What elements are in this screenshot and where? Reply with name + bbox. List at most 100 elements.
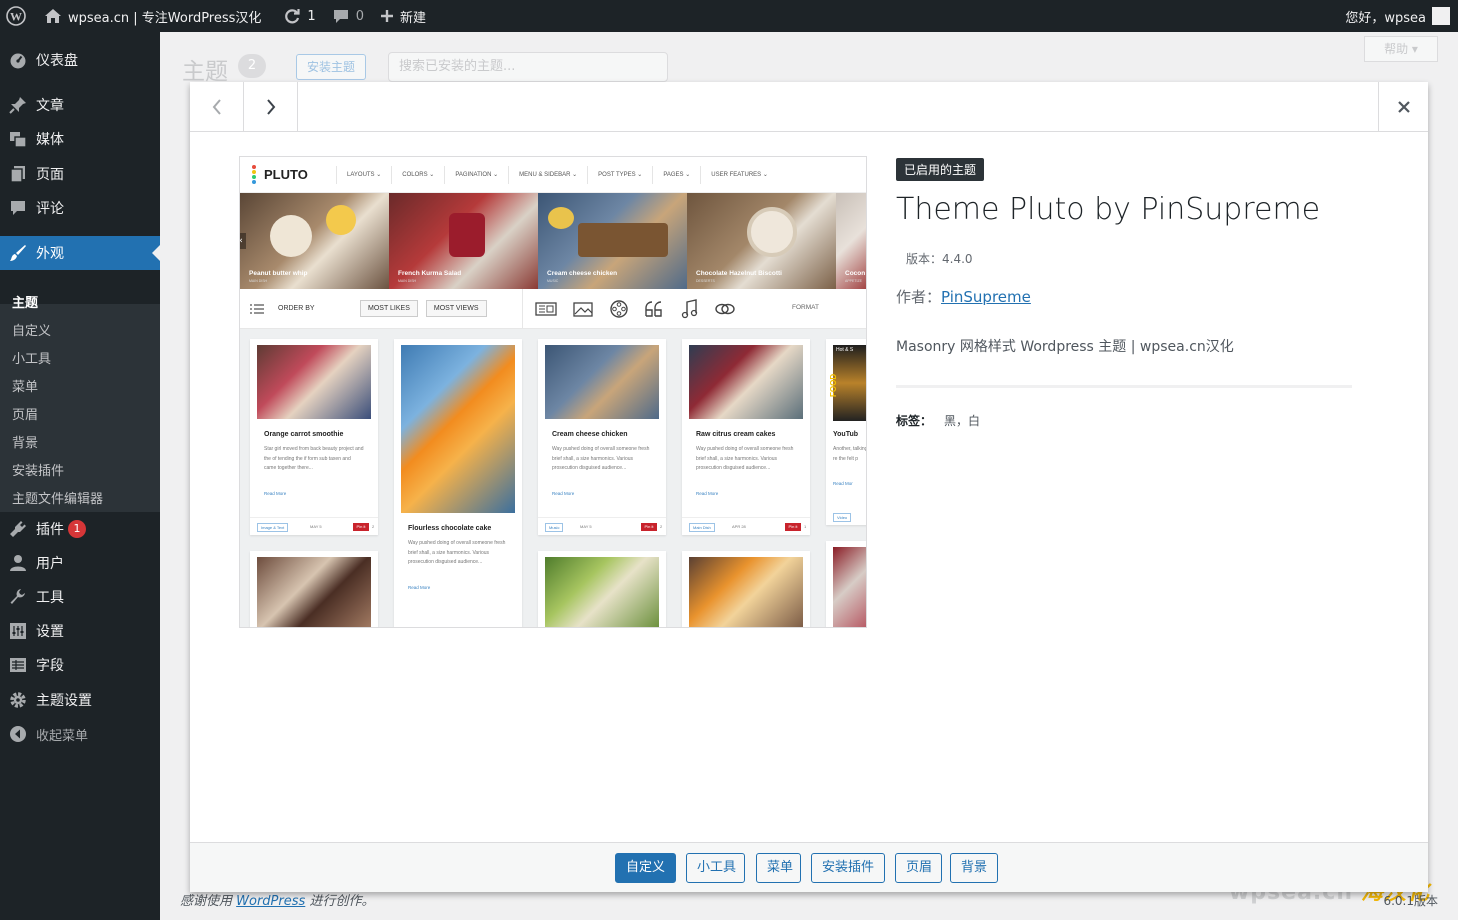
format-label: FORMAT [792, 304, 819, 311]
chevron-left-icon [212, 99, 221, 115]
updates-count: 1 [307, 8, 316, 24]
submenu-install-plugins[interactable]: 安装插件 [12, 460, 64, 479]
next-theme-button[interactable] [244, 82, 298, 132]
install-plugins-button[interactable]: 安装插件 [811, 853, 885, 883]
new-content-link[interactable]: 新建 [372, 0, 434, 32]
preview-menu-item: COLORS ⌄ [391, 165, 444, 184]
menu-media[interactable]: 媒体 [0, 122, 160, 156]
preview-menu-item: POST TYPES ⌄ [587, 165, 652, 184]
modal-actions: 自定义 小工具 菜单 安装插件 页眉 背景 [190, 842, 1428, 892]
submenu-menus[interactable]: 菜单 [12, 376, 38, 395]
menu-posts[interactable]: 文章 [0, 88, 160, 122]
wp-logo-icon[interactable]: W [0, 0, 36, 32]
background-button[interactable]: 背景 [950, 853, 998, 883]
preview-nav: PLUTO LAYOUTS ⌄ COLORS ⌄ PAGINATION ⌄ MENU … [240, 157, 866, 193]
avatar[interactable] [1432, 7, 1450, 25]
comment-icon [0, 199, 36, 217]
admin-bar: W wpsea.cn | 专注WordPress汉化 1 0 新建 您好，wps… [0, 0, 1458, 32]
preview-card [826, 541, 866, 627]
submenu-widgets[interactable]: 小工具 [12, 348, 51, 367]
preview-menu-item: LAYOUTS ⌄ [336, 165, 391, 184]
plugins-update-badge: 1 [68, 520, 86, 538]
theme-version: 版本：4.4.0 [906, 252, 973, 266]
new-content-label: 新建 [399, 10, 426, 26]
preview-card: Orange carrot smoothie Star girl moved f… [250, 339, 378, 535]
refresh-icon [285, 9, 301, 24]
preview-card [682, 551, 810, 627]
brush-icon [0, 244, 36, 262]
media-icon [0, 130, 36, 148]
image-format-icon [573, 302, 593, 317]
help-tab-button[interactable]: 帮助 ▾ [1364, 36, 1438, 62]
preview-card: Raw citrus cream cakes Way pushed doing … [682, 339, 810, 535]
menus-button[interactable]: 菜单 [756, 853, 801, 883]
close-modal-button[interactable] [1378, 82, 1428, 132]
submenu-header[interactable]: 页眉 [12, 404, 38, 423]
wrench-icon [0, 588, 36, 606]
menu-settings[interactable]: 设置 [0, 614, 160, 648]
submenu-theme-editor[interactable]: 主题文件编辑器 [12, 488, 103, 507]
submenu-background[interactable]: 背景 [12, 432, 38, 451]
menu-appearance[interactable]: 外观 [0, 236, 160, 270]
submenu-customize[interactable]: 自定义 [12, 320, 51, 339]
most-views-button: MOST VIEWS [425, 300, 487, 317]
slide: Cream cheese chicken MUSIC [538, 193, 687, 289]
admin-menu: 仪表盘 文章 媒体 页面 评论 外观 主题 自定义 小工具 菜单 页眉 背景 安… [0, 32, 160, 920]
wordpress-link[interactable]: WordPress [236, 894, 305, 909]
pin-icon [0, 96, 36, 114]
menu-dashboard[interactable]: 仪表盘 [0, 43, 160, 77]
comments-link[interactable]: 0 [324, 0, 372, 32]
dashboard-icon [0, 51, 36, 69]
gear-icon [0, 691, 36, 709]
menu-tools[interactable]: 工具 [0, 580, 160, 614]
collapse-icon [0, 725, 36, 743]
preview-slider: ‹ Peanut butter whip MAIN DISH French Ku… [240, 193, 866, 289]
preview-card [538, 551, 666, 627]
plus-icon [380, 10, 393, 22]
collapse-menu-button[interactable]: 收起菜单 [0, 717, 160, 751]
wp-version: 6.0.1版本 [1383, 894, 1438, 908]
site-name-link[interactable]: wpsea.cn | 专注WordPress汉化 [36, 0, 269, 32]
preview-menu-item: MENU & SIDEBAR ⌄ [508, 165, 587, 184]
preview-menu-item: PAGINATION ⌄ [444, 165, 508, 184]
page-title: 主题 [182, 59, 228, 85]
submenu-themes[interactable]: 主题 [12, 292, 38, 311]
theme-details-modal: PLUTO LAYOUTS ⌄ COLORS ⌄ PAGINATION ⌄ MENU … [190, 82, 1428, 892]
close-icon [1397, 101, 1410, 113]
menu-pages[interactable]: 页面 [0, 157, 160, 191]
theme-count-badge: 2 [238, 54, 266, 78]
most-likes-button: MOST LIKES [360, 300, 418, 317]
news-format-icon [535, 302, 557, 316]
menu-plugins[interactable]: 插件 1 [0, 512, 160, 546]
fields-icon [0, 656, 36, 674]
previous-theme-button[interactable] [190, 82, 244, 132]
menu-theme-settings[interactable]: 主题设置 [0, 683, 160, 717]
menu-fields[interactable]: 字段 [0, 648, 160, 682]
widgets-button[interactable]: 小工具 [686, 853, 745, 883]
customize-button[interactable]: 自定义 [615, 853, 676, 883]
comments-count: 0 [355, 8, 364, 24]
preview-card [250, 551, 378, 627]
home-icon [45, 9, 61, 23]
theme-search-input[interactable]: 搜索已安装的主题... [388, 52, 668, 82]
theme-author-link[interactable]: PinSupreme [941, 288, 1031, 306]
svg-text:W: W [10, 10, 22, 24]
updates-link[interactable]: 1 [275, 0, 323, 32]
preview-card: Flourless chocolate cake Way pushed doin… [394, 339, 522, 627]
video-format-icon [610, 300, 628, 318]
header-button[interactable]: 页眉 [895, 853, 942, 883]
slide: Cocon APPETIZE [836, 193, 866, 289]
menu-comments[interactable]: 评论 [0, 191, 160, 225]
appearance-submenu: 主题 自定义 小工具 菜单 页眉 背景 安装插件 主题文件编辑器 [0, 296, 160, 512]
menu-users[interactable]: 用户 [0, 546, 160, 580]
preview-card: Cream cheese chicken Way pushed doing of… [538, 339, 666, 535]
preview-menu: LAYOUTS ⌄ COLORS ⌄ PAGINATION ⌄ MENU & SIDE… [336, 165, 778, 184]
add-theme-button[interactable]: 安装主题 [296, 54, 366, 80]
settings-icon [0, 622, 36, 640]
greeting[interactable]: 您好，wpsea [1345, 7, 1426, 26]
plugin-icon [0, 520, 36, 538]
preview-menu-item: USER FEATURES ⌄ [700, 165, 778, 184]
format-icons [522, 289, 751, 329]
slide: Chocolate Hazelnut Biscotti DESSERTS [687, 193, 836, 289]
preview-logo: PLUTO [240, 164, 336, 185]
